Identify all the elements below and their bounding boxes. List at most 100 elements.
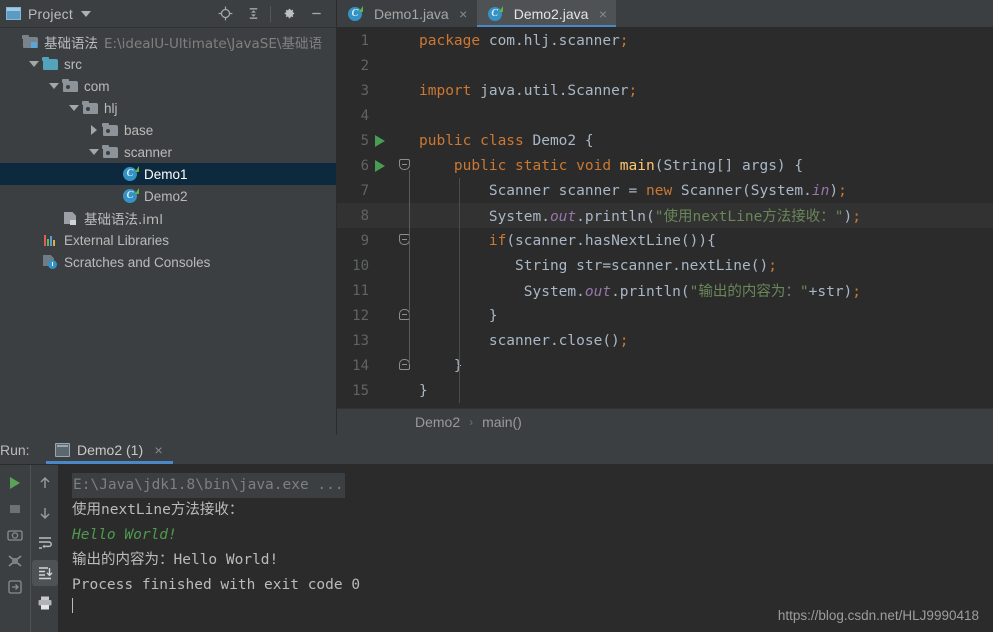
module-icon xyxy=(22,34,39,50)
camera-icon[interactable] xyxy=(2,522,28,548)
code-text: } xyxy=(419,382,428,399)
editor-tab-demo2[interactable]: C Demo2.java × xyxy=(476,0,617,27)
tree-item-label: src xyxy=(64,56,82,72)
code-editor[interactable]: 1 package com.hlj.scanner; 2 3 import java.u… xyxy=(337,28,993,408)
tree-item-label: base xyxy=(124,122,154,138)
code-line[interactable]: 1 package com.hlj.scanner; xyxy=(337,28,993,53)
code-line[interactable]: 5 public class Demo2 { xyxy=(337,128,993,153)
tree-item-scratches-and-consoles[interactable]: Scratches and Consoles xyxy=(0,251,336,273)
project-panel-toolbar xyxy=(211,1,330,27)
gutter-markers xyxy=(371,53,419,78)
run-tab-demo2[interactable]: Demo2 (1) × xyxy=(46,435,174,464)
console-output[interactable]: E:\Java\jdk1.8\bin\java.exe ... 使用nextLin… xyxy=(58,465,993,632)
export-icon[interactable] xyxy=(2,574,28,600)
tree-item-label: Demo2 xyxy=(144,188,188,204)
code-text: public static void main(String[] args) { xyxy=(453,157,804,174)
fold-collapse-icon[interactable] xyxy=(399,159,410,170)
code-line[interactable]: 3 import java.util.Scanner; xyxy=(337,78,993,103)
line-number: 13 xyxy=(352,332,369,349)
settings-gear-icon[interactable] xyxy=(274,1,302,27)
locate-icon[interactable] xyxy=(211,1,239,27)
breadcrumb: Demo2 › main() xyxy=(337,408,993,435)
gutter-markers xyxy=(371,103,419,128)
code-text: System.out.println("使用nextLine方法接收："); xyxy=(419,209,861,225)
tree-item-demo2[interactable]: C Demo2 xyxy=(0,185,336,207)
console-line-text: E:\Java\jdk1.8\bin\java.exe ... xyxy=(72,473,345,498)
code-text: scanner.close(); xyxy=(419,332,629,349)
print-icon[interactable] xyxy=(32,590,58,616)
tree-item-label: External Libraries xyxy=(64,232,170,248)
line-number: 4 xyxy=(360,107,369,124)
console-icon xyxy=(55,442,70,457)
stop-icon[interactable] xyxy=(2,496,28,522)
chevron-down-icon[interactable] xyxy=(80,10,91,17)
java-class-icon: C xyxy=(122,188,139,204)
code-line[interactable]: 13 scanner.close(); xyxy=(337,328,993,353)
code-line[interactable]: 11 System.out.println("输出的内容为："+str); xyxy=(337,278,993,303)
close-icon[interactable]: × xyxy=(153,443,164,457)
collapse-all-icon[interactable] xyxy=(239,1,267,27)
code-line[interactable]: 14 } xyxy=(337,353,993,378)
down-arrow-icon[interactable] xyxy=(32,500,58,526)
tree-item-[interactable]: 基础语法 E:\idealU-Ultimate\JavaSE\基础语 xyxy=(0,31,336,53)
gutter-markers xyxy=(371,28,419,53)
tree-item-com[interactable]: com xyxy=(0,75,336,97)
run-gutter-icon[interactable] xyxy=(375,160,385,172)
package-folder-icon xyxy=(102,122,119,138)
thread-dump-icon[interactable] xyxy=(2,548,28,574)
code-line[interactable]: 8 System.out.println("使用nextLine方法接收："); xyxy=(337,203,993,228)
gutter-markers xyxy=(371,278,419,303)
code-line[interactable]: 6 public static void main(String[] args)… xyxy=(337,153,993,178)
tree-item-src[interactable]: src xyxy=(0,53,336,75)
code-line[interactable]: 9 if(scanner.hasNextLine()){ xyxy=(337,228,993,253)
code-line[interactable]: 2 xyxy=(337,53,993,78)
gutter-markers xyxy=(371,128,419,153)
project-tree[interactable]: 基础语法 E:\idealU-Ultimate\JavaSE\基础语 src com h… xyxy=(0,28,336,273)
code-line[interactable]: 12 } xyxy=(337,303,993,328)
code-text: public class Demo2 { xyxy=(419,132,594,149)
code-line[interactable]: 10 String str=scanner.nextLine(); xyxy=(337,253,993,278)
tree-item-scanner[interactable]: scanner xyxy=(0,141,336,163)
gutter-markers xyxy=(371,178,419,203)
source-folder-icon xyxy=(42,56,59,72)
gutter-markers xyxy=(371,253,419,278)
up-arrow-icon[interactable] xyxy=(32,470,58,496)
scroll-to-end-icon[interactable] xyxy=(31,560,58,586)
indent-guide xyxy=(459,178,460,403)
tree-item-hlj[interactable]: hlj xyxy=(0,97,336,119)
line-number: 2 xyxy=(360,57,369,74)
gutter-markers xyxy=(371,378,419,403)
tree-item-iml[interactable]: 基础语法.iml xyxy=(0,207,336,229)
console-line-text: 使用nextLine方法接收： xyxy=(72,502,244,518)
editor-tab-bar: C Demo1.java × C Demo2.java × xyxy=(337,0,993,28)
close-icon[interactable]: × xyxy=(597,7,608,21)
close-icon[interactable]: × xyxy=(458,7,469,21)
chevron-down-icon[interactable] xyxy=(46,78,62,94)
code-line[interactable]: 7 Scanner scanner = new Scanner(System.i… xyxy=(337,178,993,203)
tree-item-external-libraries[interactable]: External Libraries xyxy=(0,229,336,251)
line-number: 5 xyxy=(360,132,369,149)
chevron-right-icon[interactable] xyxy=(86,122,102,138)
tree-item-label: com xyxy=(84,78,110,94)
code-text: package com.hlj.scanner; xyxy=(419,32,629,49)
editor-tab-demo1[interactable]: C Demo1.java × xyxy=(337,0,477,27)
run-tab-label: Demo2 (1) xyxy=(77,441,144,458)
chevron-down-icon[interactable] xyxy=(66,100,82,116)
tree-item-base[interactable]: base xyxy=(0,119,336,141)
soft-wrap-icon[interactable] xyxy=(32,530,58,556)
code-line[interactable]: 4 xyxy=(337,103,993,128)
rerun-icon[interactable] xyxy=(2,470,28,496)
run-tool-window: Run: Demo2 (1) × E:\Java\jdk1.8\bin\java… xyxy=(0,435,993,632)
tree-item-demo1[interactable]: C Demo1 xyxy=(0,163,336,185)
code-line[interactable]: 15} xyxy=(337,378,993,403)
chevron-down-icon[interactable] xyxy=(86,144,102,160)
run-gutter-icon[interactable] xyxy=(375,135,385,147)
chevron-down-icon[interactable] xyxy=(26,56,42,72)
minimize-icon[interactable] xyxy=(302,1,330,27)
breadcrumb-class[interactable]: Demo2 xyxy=(415,414,460,430)
console-line: E:\Java\jdk1.8\bin\java.exe ... xyxy=(72,473,983,498)
tree-item-label: Demo1 xyxy=(144,166,188,182)
breadcrumb-method[interactable]: main() xyxy=(482,414,522,430)
